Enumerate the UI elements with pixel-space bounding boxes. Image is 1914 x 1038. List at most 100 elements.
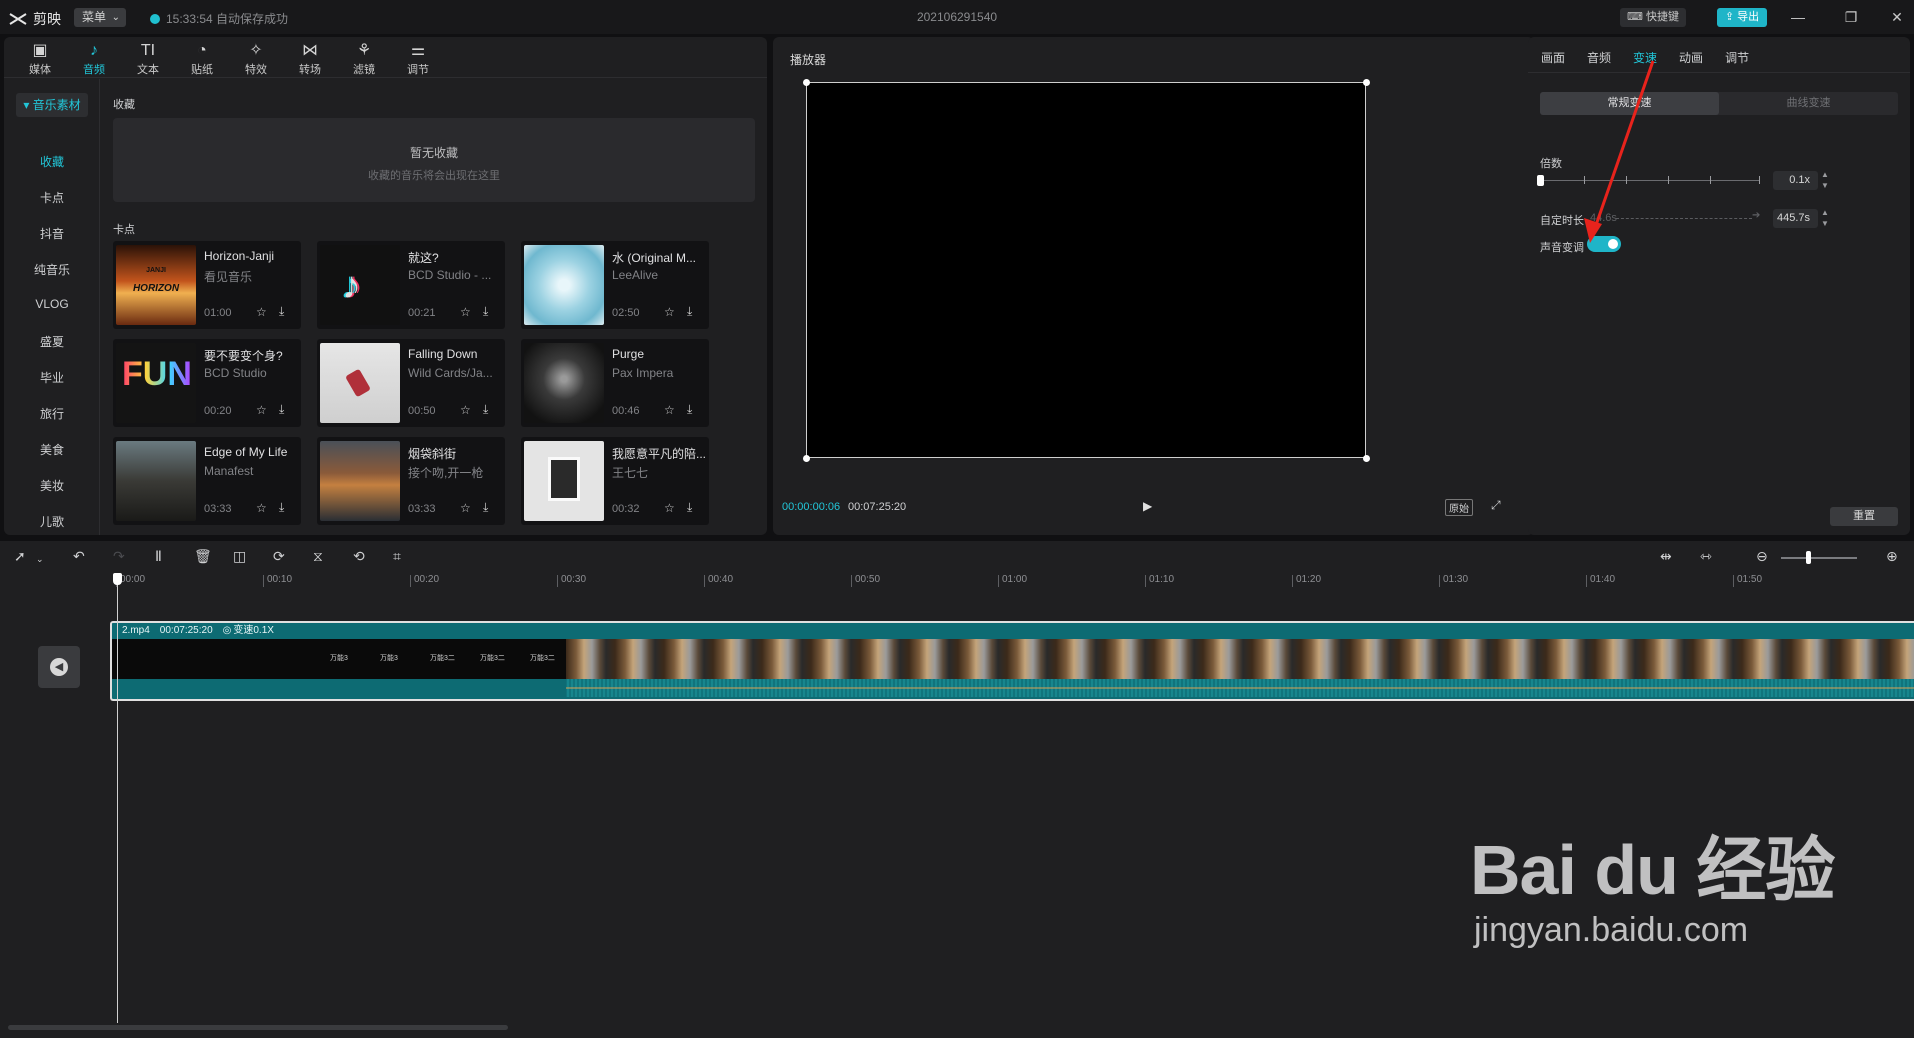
- favorite-star-icon[interactable]: ☆: [460, 501, 471, 515]
- tool-transition[interactable]: ⋈ 转场: [290, 37, 330, 77]
- download-icon[interactable]: ⤓: [483, 500, 488, 515]
- timeline-scrollbar[interactable]: [8, 1025, 508, 1030]
- shortcut-button[interactable]: ⌨ 快捷键: [1620, 8, 1686, 27]
- tab-audio[interactable]: 音频: [1587, 49, 1611, 72]
- curve-speed-button[interactable]: 曲线变速: [1719, 92, 1898, 115]
- track-mute-button[interactable]: ◀: [38, 646, 80, 688]
- close-icon[interactable]: ✕: [1888, 8, 1906, 26]
- resize-handle[interactable]: [803, 79, 810, 86]
- tool-adjust[interactable]: ⚌ 调节: [398, 37, 438, 77]
- snap-icon[interactable]: ⇹: [1660, 549, 1672, 563]
- rotate-icon[interactable]: ⟲: [353, 549, 365, 563]
- zoom-slider-track[interactable]: [1781, 557, 1857, 559]
- multiplier-input[interactable]: 0.1x: [1773, 171, 1818, 190]
- tab-animation[interactable]: 动画: [1679, 49, 1703, 72]
- delete-icon[interactable]: 🗑: [194, 549, 212, 563]
- favorite-star-icon[interactable]: ☆: [460, 305, 471, 319]
- custom-duration-input[interactable]: 445.7s: [1773, 209, 1818, 228]
- music-card[interactable]: Purge Pax Impera 00:46 ☆ ⤓: [521, 339, 709, 427]
- minimize-icon[interactable]: —: [1789, 8, 1807, 26]
- category-favorites[interactable]: 收藏: [4, 153, 100, 170]
- download-icon[interactable]: ⤓: [279, 402, 284, 417]
- zoom-in-icon[interactable]: ⊕: [1886, 549, 1898, 563]
- music-card[interactable]: 我愿意平凡的陪... 王七七 00:32 ☆ ⤓: [521, 437, 709, 525]
- playhead-handle[interactable]: [113, 573, 122, 585]
- redo-icon[interactable]: ↷: [113, 549, 125, 563]
- stepper-down-icon[interactable]: ▼: [1821, 182, 1829, 190]
- favorite-star-icon[interactable]: ☆: [664, 403, 675, 417]
- speed-slider-handle[interactable]: [1537, 175, 1544, 186]
- tool-audio[interactable]: ♪ 音频: [74, 37, 114, 77]
- crop-icon[interactable]: ⌗: [393, 549, 401, 563]
- time-ruler[interactable]: 00:00 00:10 00:20 00:30 00:40 00:50 01:0…: [116, 571, 1914, 591]
- favorite-star-icon[interactable]: ☆: [256, 403, 267, 417]
- category-beauty[interactable]: 美妆: [4, 477, 100, 494]
- zoom-slider-handle[interactable]: [1806, 551, 1811, 564]
- download-icon[interactable]: ⤓: [483, 402, 488, 417]
- pitch-toggle[interactable]: [1587, 236, 1621, 252]
- category-kids[interactable]: 儿歌: [4, 513, 100, 530]
- tool-sticker[interactable]: ◔ 贴纸: [182, 37, 222, 77]
- fullscreen-icon[interactable]: ⤢: [1491, 498, 1501, 513]
- download-icon[interactable]: ⤓: [687, 304, 692, 319]
- download-icon[interactable]: ⤓: [687, 500, 692, 515]
- link-icon[interactable]: ⇿: [1700, 549, 1712, 563]
- video-preview[interactable]: [806, 82, 1366, 458]
- stepper-up-icon[interactable]: ▲: [1821, 209, 1829, 217]
- playhead-line[interactable]: [117, 573, 118, 1023]
- favorite-star-icon[interactable]: ☆: [664, 305, 675, 319]
- zoom-out-icon[interactable]: ⊖: [1756, 549, 1768, 563]
- normal-speed-button[interactable]: 常规变速: [1540, 92, 1719, 115]
- category-douyin[interactable]: 抖音: [4, 225, 100, 242]
- reset-button[interactable]: 重置: [1830, 507, 1898, 526]
- aspect-ratio-button[interactable]: 原始: [1445, 499, 1473, 516]
- music-card[interactable]: Falling Down Wild Cards/Ja... 00:50 ☆ ⤓: [317, 339, 505, 427]
- music-card[interactable]: 烟袋斜街 接个吻,开一枪 03:33 ☆ ⤓: [317, 437, 505, 525]
- restore-icon[interactable]: ❐: [1842, 8, 1860, 26]
- favorite-star-icon[interactable]: ☆: [664, 501, 675, 515]
- speed-slider-track[interactable]: [1540, 180, 1760, 181]
- category-beat[interactable]: 卡点: [4, 189, 100, 206]
- tab-adjust[interactable]: 调节: [1725, 49, 1749, 72]
- category-food[interactable]: 美食: [4, 441, 100, 458]
- download-icon[interactable]: ⤓: [279, 500, 284, 515]
- category-graduation[interactable]: 毕业: [4, 369, 100, 386]
- tool-filter[interactable]: ⚘ 滤镜: [344, 37, 384, 77]
- tool-media[interactable]: ▣ 媒体: [20, 37, 60, 77]
- category-vlog[interactable]: VLOG: [4, 297, 100, 311]
- stepper-up-icon[interactable]: ▲: [1821, 171, 1829, 179]
- download-icon[interactable]: ⤓: [687, 402, 692, 417]
- download-icon[interactable]: ⤓: [483, 304, 488, 319]
- tab-picture[interactable]: 画面: [1541, 49, 1565, 72]
- tool-text[interactable]: TI 文本: [128, 37, 168, 77]
- category-summer[interactable]: 盛夏: [4, 333, 100, 350]
- video-clip[interactable]: 2.mp4 00:07:25:20 ◎ 变速0.1X 万能3 万能3 万能3二 …: [110, 621, 1914, 701]
- tab-speed[interactable]: 变速: [1633, 49, 1657, 72]
- music-material-header[interactable]: ▾ 音乐素材: [16, 93, 88, 117]
- download-icon[interactable]: ⤓: [279, 304, 284, 319]
- reverse-icon[interactable]: ⟳: [273, 549, 285, 563]
- category-travel[interactable]: 旅行: [4, 405, 100, 422]
- mirror-icon[interactable]: ⧖: [313, 549, 323, 563]
- music-card[interactable]: FUN 要不要变个身? BCD Studio 00:20 ☆ ⤓: [113, 339, 301, 427]
- music-card[interactable]: Edge of My Life Manafest 03:33 ☆ ⤓: [113, 437, 301, 525]
- resize-handle[interactable]: [1363, 79, 1370, 86]
- favorite-star-icon[interactable]: ☆: [256, 305, 267, 319]
- music-card[interactable]: ♪ 就这? BCD Studio - ... 00:21 ☆ ⤓: [317, 241, 505, 329]
- undo-icon[interactable]: ↶: [73, 549, 85, 563]
- select-cursor-icon[interactable]: ➚: [14, 549, 26, 563]
- music-card[interactable]: JANJI HORIZON Horizon-Janji 看见音乐 01:00 ☆…: [113, 241, 301, 329]
- stepper-down-icon[interactable]: ▼: [1821, 220, 1829, 228]
- play-icon[interactable]: ▶: [1143, 499, 1152, 513]
- export-button[interactable]: ⇪ 导出: [1717, 8, 1767, 27]
- favorite-star-icon[interactable]: ☆: [256, 501, 267, 515]
- resize-handle[interactable]: [803, 455, 810, 462]
- favorite-star-icon[interactable]: ☆: [460, 403, 471, 417]
- freeze-icon[interactable]: ◫: [233, 549, 246, 563]
- category-instrumental[interactable]: 纯音乐: [4, 261, 100, 278]
- resize-handle[interactable]: [1363, 455, 1370, 462]
- chevron-down-icon[interactable]: ⌄: [36, 552, 44, 566]
- tool-effects[interactable]: ✧ 特效: [236, 37, 276, 77]
- split-icon[interactable]: Ⅱ: [155, 549, 162, 563]
- music-card[interactable]: 水 (Original M... LeeAlive 02:50 ☆ ⤓: [521, 241, 709, 329]
